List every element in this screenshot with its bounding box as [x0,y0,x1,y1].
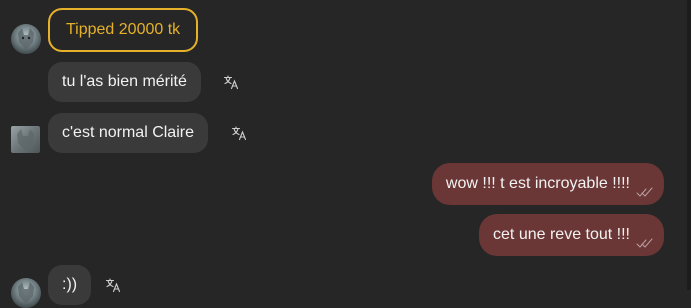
tip-message: Tipped 20000 tk [48,8,199,52]
message-text: c'est normal Claire [62,124,194,141]
message-bubble: :)) [48,265,92,305]
tip-message-text: Tipped 20000 tk [66,21,181,38]
message-text: :)) [62,276,78,293]
message-bubble: tu l'as bien mérité [48,62,201,102]
message-text: wow !!! t est incroyable !!!! [445,175,630,192]
message-text: tu l'as bien mérité [62,73,187,90]
message-bubble: cet une reve tout !!! [479,214,664,256]
translate-icon[interactable] [231,125,247,141]
scrollbar[interactable] [687,0,691,290]
double-check-icon [636,187,653,197]
translate-icon[interactable] [223,74,239,90]
wolf-avatar-icon [17,129,34,151]
message-bubble: c'est normal Claire [48,113,208,153]
avatar[interactable] [11,278,41,308]
translate-icon[interactable] [105,277,121,293]
wolf-avatar-icon [18,282,34,304]
message-text: cet une reve tout !!! [493,226,630,243]
avatar[interactable] [11,24,41,54]
avatar[interactable] [11,126,40,153]
message-bubble: wow !!! t est incroyable !!!! [431,163,664,205]
double-check-icon [636,238,653,248]
wolf-avatar-icon [18,28,34,50]
